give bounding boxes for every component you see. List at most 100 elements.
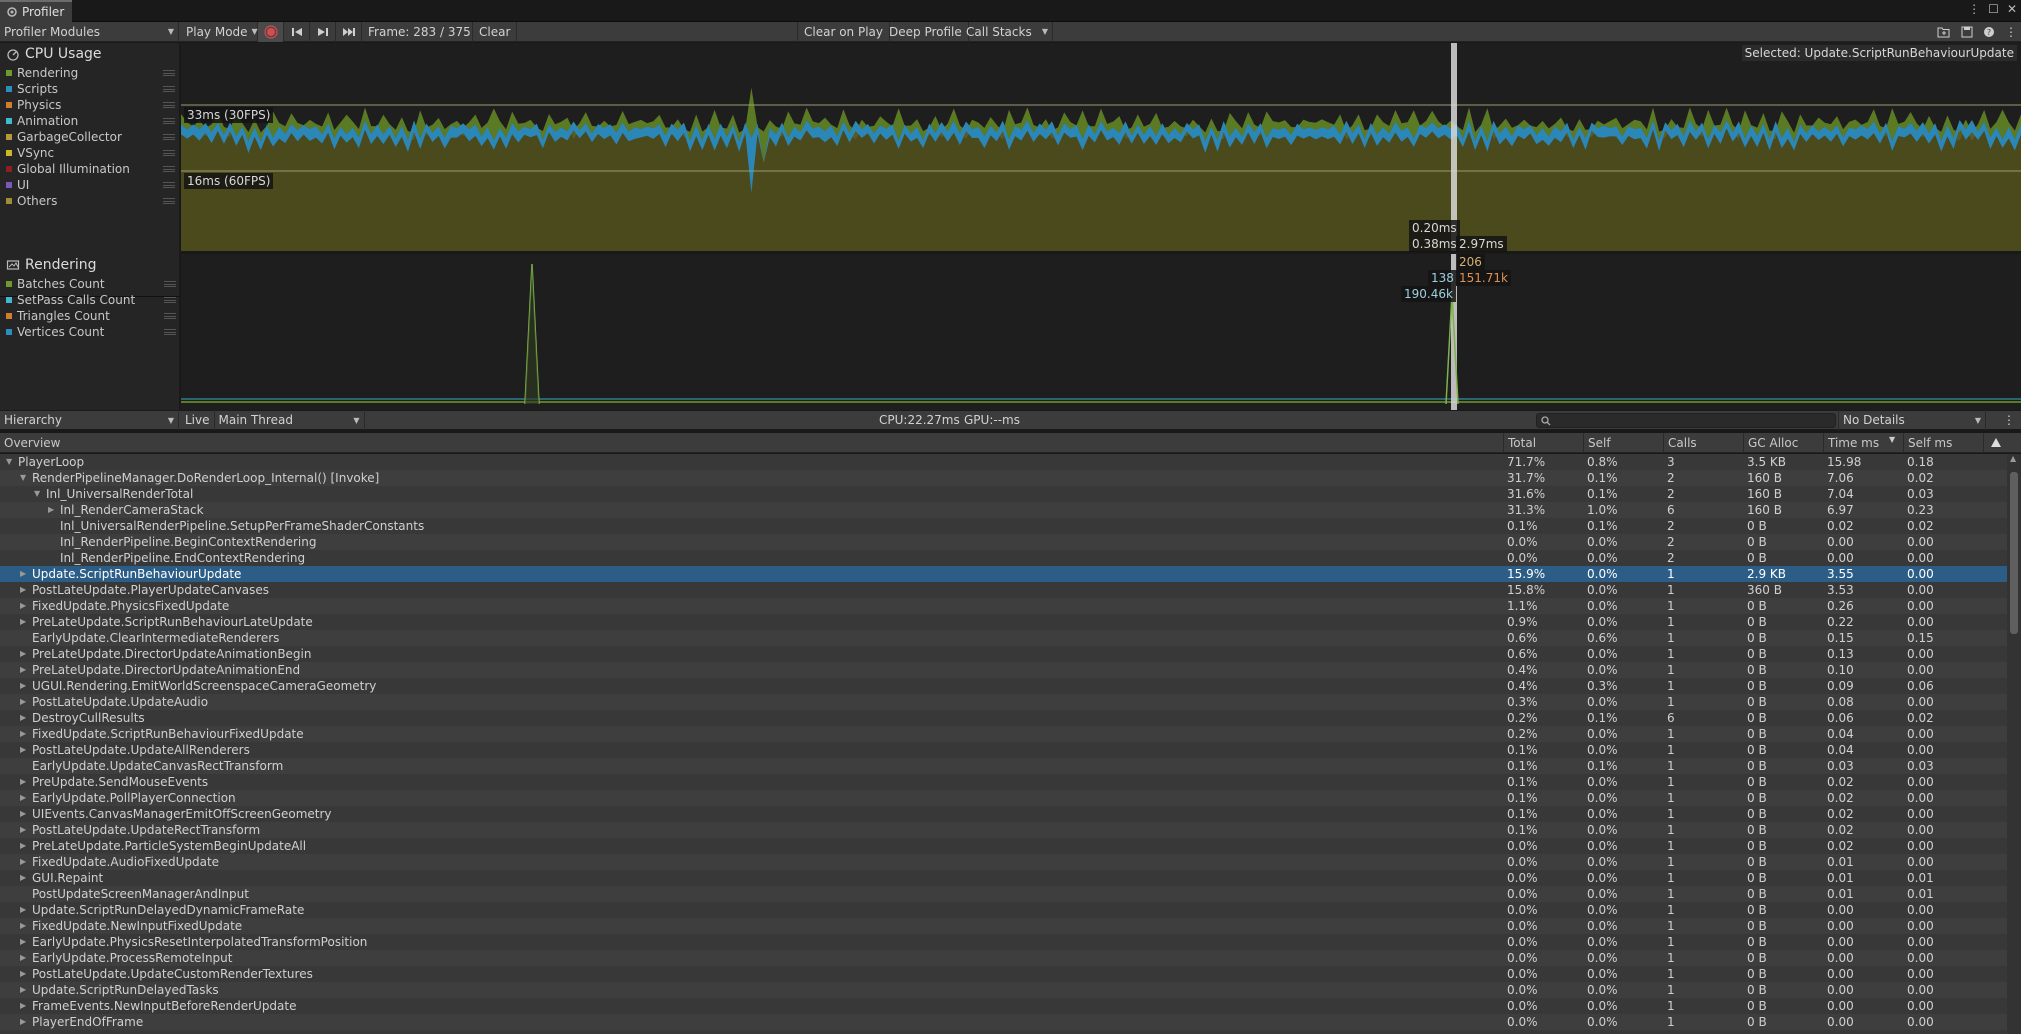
- collapsed-arrow-icon[interactable]: ▶: [20, 934, 26, 950]
- table-row[interactable]: ▶ FixedUpdate.NewInputFixedUpdate 0.0% 0.0%…: [0, 918, 2007, 934]
- cpu-legend-item[interactable]: Scripts: [0, 81, 179, 97]
- menu-icon[interactable]: ⋮: [2005, 25, 2017, 39]
- column-header-self[interactable]: Self: [1583, 433, 1663, 453]
- save-icon[interactable]: [1961, 26, 1973, 38]
- table-row[interactable]: ▼ Inl_UniversalRenderTotal 31.6% 0.1% 2 160 B…: [0, 486, 2007, 502]
- table-row[interactable]: ▶ PostLateUpdate.UpdateRectTransform 0.1% 0…: [0, 822, 2007, 838]
- play-mode-dropdown[interactable]: Play Mode ▼: [182, 21, 258, 42]
- drag-handle-icon[interactable]: [164, 297, 176, 303]
- warning-column-header[interactable]: [1983, 433, 2007, 453]
- collapsed-arrow-icon[interactable]: ▶: [20, 902, 26, 918]
- table-row[interactable]: ▶ Update.ScriptRunDelayedDynamicFrameRate…: [0, 902, 2007, 918]
- column-header-total[interactable]: Total: [1503, 433, 1583, 453]
- thread-dropdown[interactable]: Main Thread ▼: [215, 410, 365, 430]
- next-frame-button[interactable]: [310, 21, 336, 42]
- collapsed-arrow-icon[interactable]: ▶: [20, 678, 26, 694]
- table-row[interactable]: ▶ PreUpdate.SendMouseEvents 0.1% 0.0% 1 0 B 0.…: [0, 774, 2007, 790]
- table-row[interactable]: Inl_RenderPipeline.EndContextRendering 0.…: [0, 550, 2007, 566]
- cpu-legend-item[interactable]: Rendering: [0, 65, 179, 81]
- table-row[interactable]: ▶ Update.ScriptRunBehaviourUpdate 15.9% 0.0…: [0, 566, 2007, 582]
- collapsed-arrow-icon[interactable]: ▶: [20, 614, 26, 630]
- drag-handle-icon[interactable]: [164, 313, 176, 319]
- table-row[interactable]: ▶ PreLateUpdate.DirectorUpdateAnimationEn…: [0, 662, 2007, 678]
- collapsed-arrow-icon[interactable]: ▶: [20, 838, 26, 854]
- close-icon[interactable]: ✕: [2007, 2, 2017, 16]
- collapsed-arrow-icon[interactable]: ▶: [20, 646, 26, 662]
- collapsed-arrow-icon[interactable]: ▶: [20, 998, 26, 1014]
- view-type-dropdown[interactable]: Hierarchy ▼: [0, 410, 179, 430]
- table-row[interactable]: ▶ GUI.Repaint 0.0% 0.0% 1 0 B 0.01 0.01: [0, 870, 2007, 886]
- collapsed-arrow-icon[interactable]: ▶: [20, 806, 26, 822]
- deep-profile-toggle[interactable]: Deep Profile: [883, 21, 969, 42]
- collapsed-arrow-icon[interactable]: ▶: [20, 918, 26, 934]
- table-row[interactable]: ▶ EarlyUpdate.PhysicsResetInterpolatedTra…: [0, 934, 2007, 950]
- load-icon[interactable]: [1937, 26, 1951, 38]
- collapsed-arrow-icon[interactable]: ▶: [20, 822, 26, 838]
- last-frame-button[interactable]: [336, 21, 362, 42]
- help-icon[interactable]: ?: [1983, 26, 1995, 38]
- table-row[interactable]: EarlyUpdate.UpdateCanvasRectTransform 0.1…: [0, 758, 2007, 774]
- expanded-arrow-icon[interactable]: ▼: [6, 454, 12, 470]
- call-stacks-dropdown[interactable]: Call Stacks ▼: [962, 21, 1053, 42]
- collapsed-arrow-icon[interactable]: ▶: [20, 774, 26, 790]
- collapsed-arrow-icon[interactable]: ▶: [20, 790, 26, 806]
- table-row[interactable]: ▶ PlayerEndOfFrame 0.0% 0.0% 1 0 B 0.00 0.00: [0, 1014, 2007, 1030]
- expanded-arrow-icon[interactable]: ▼: [20, 470, 26, 486]
- details-dropdown[interactable]: No Details ▼: [1838, 410, 1986, 430]
- collapsed-arrow-icon[interactable]: ▶: [20, 582, 26, 598]
- table-row[interactable]: ▶ DestroyCullResults 0.2% 0.1% 6 0 B 0.06 0.02: [0, 710, 2007, 726]
- drag-handle-icon[interactable]: [164, 329, 176, 335]
- expanded-arrow-icon[interactable]: ▼: [34, 486, 40, 502]
- table-row[interactable]: ▶ PostLateUpdate.UpdateAllRenderers 0.1% 0.…: [0, 742, 2007, 758]
- table-row[interactable]: ▶ FixedUpdate.AudioFixedUpdate 0.0% 0.0% 1 0 …: [0, 854, 2007, 870]
- collapsed-arrow-icon[interactable]: ▶: [20, 742, 26, 758]
- column-header-overview[interactable]: Overview: [0, 433, 1503, 453]
- collapsed-arrow-icon[interactable]: ▶: [20, 1014, 26, 1030]
- table-row[interactable]: ▼ PlayerLoop 71.7% 0.8% 3 3.5 KB 15.98 0.18: [0, 454, 2007, 470]
- table-row[interactable]: ▶ FixedUpdate.PhysicsFixedUpdate 1.1% 0.0% 1…: [0, 598, 2007, 614]
- clear-button[interactable]: Clear: [472, 21, 518, 42]
- table-row[interactable]: Inl_RenderPipeline.BeginContextRendering…: [0, 534, 2007, 550]
- table-row[interactable]: Inl_UniversalRenderPipeline.SetupPerFram…: [0, 518, 2007, 534]
- collapsed-arrow-icon[interactable]: ▶: [20, 566, 26, 582]
- drag-handle-icon[interactable]: [164, 281, 176, 287]
- table-row[interactable]: ▶ EarlyUpdate.PollPlayerConnection 0.1% 0.0…: [0, 790, 2007, 806]
- rendering-legend-item[interactable]: SetPass Calls Count: [0, 292, 180, 308]
- table-row[interactable]: ▶ FrameEvents.NewInputBeforeRenderUpdate 0…: [0, 998, 2007, 1014]
- column-header-calls[interactable]: Calls: [1663, 433, 1743, 453]
- clear-on-play-toggle[interactable]: Clear on Play: [797, 21, 890, 42]
- table-row[interactable]: ▶ PreLateUpdate.DirectorUpdateAnimationBe…: [0, 646, 2007, 662]
- drag-handle-icon[interactable]: [163, 198, 175, 204]
- drag-handle-icon[interactable]: [163, 102, 175, 108]
- previous-frame-button[interactable]: [284, 21, 310, 42]
- table-row[interactable]: EarlyUpdate.ClearIntermediateRenderers 0.…: [0, 630, 2007, 646]
- cpu-usage-module-header[interactable]: CPU Usage: [0, 43, 179, 65]
- table-row[interactable]: ▶ Update.ScriptRunDelayedTasks 0.0% 0.0% 1 0 …: [0, 982, 2007, 998]
- live-toggle[interactable]: Live: [181, 410, 215, 430]
- drag-handle-icon[interactable]: [163, 166, 175, 172]
- cpu-legend-item[interactable]: GarbageCollector: [0, 129, 179, 145]
- collapsed-arrow-icon[interactable]: ▶: [20, 694, 26, 710]
- profiler-window-tab[interactable]: Profiler: [0, 0, 72, 22]
- table-row[interactable]: ▼ RenderPipelineManager.DoRenderLoop_Inte…: [0, 470, 2007, 486]
- column-header-gc-alloc[interactable]: GC Alloc: [1743, 433, 1823, 453]
- table-row[interactable]: ▶ Inl_RenderCameraStack 31.3% 1.0% 6 160 B 6.9…: [0, 502, 2007, 518]
- collapsed-arrow-icon[interactable]: ▶: [20, 854, 26, 870]
- drag-handle-icon[interactable]: [163, 118, 175, 124]
- search-input[interactable]: [1536, 413, 1836, 428]
- column-header-self-ms[interactable]: Self ms: [1903, 433, 1983, 453]
- table-row[interactable]: ▶ UIEvents.CanvasManagerEmitOffScreenGeom…: [0, 806, 2007, 822]
- collapsed-arrow-icon[interactable]: ▶: [20, 598, 26, 614]
- cpu-usage-chart[interactable]: 33ms (30FPS) 16ms (60FPS) Selected: Upda…: [181, 43, 2021, 252]
- drag-handle-icon[interactable]: [163, 150, 175, 156]
- table-row[interactable]: ▶ PostLateUpdate.UpdateCustomRenderTextur…: [0, 966, 2007, 982]
- profiler-modules-dropdown[interactable]: Profiler Modules ▼: [0, 21, 179, 42]
- menu-icon[interactable]: ⋮: [2003, 413, 2015, 427]
- table-row[interactable]: PostUpdateScreenManagerAndInput 0.0% 0.0% 1…: [0, 886, 2007, 902]
- drag-handle-icon[interactable]: [163, 182, 175, 188]
- cpu-legend-item[interactable]: Others: [0, 193, 179, 209]
- table-row[interactable]: ▶ PostLateUpdate.UpdateAudio 0.3% 0.0% 1 0 B 0…: [0, 694, 2007, 710]
- collapsed-arrow-icon[interactable]: ▶: [20, 710, 26, 726]
- cpu-legend-item[interactable]: Animation: [0, 113, 179, 129]
- collapsed-arrow-icon[interactable]: ▶: [20, 870, 26, 886]
